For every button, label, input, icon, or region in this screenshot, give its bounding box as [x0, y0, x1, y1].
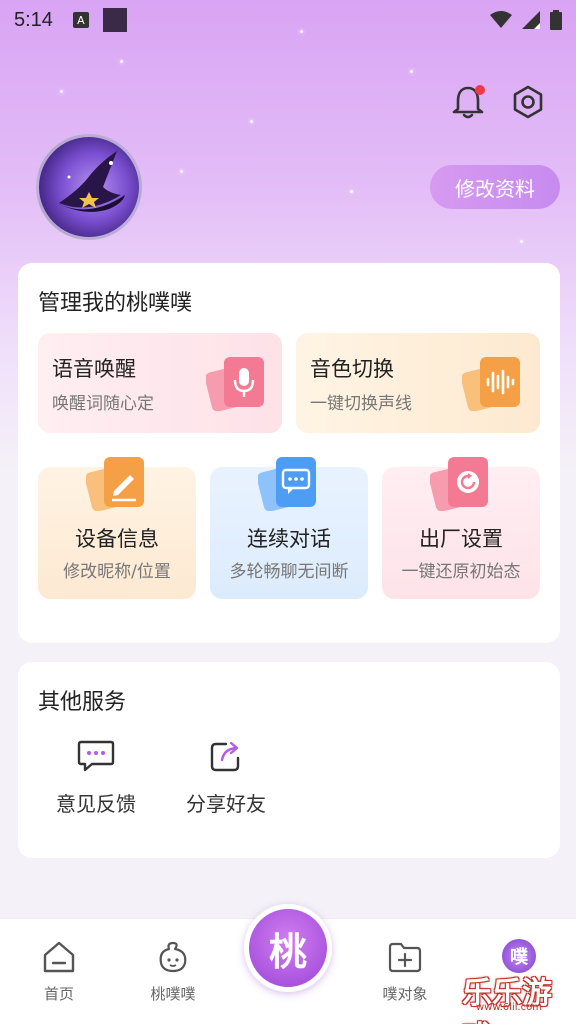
tab-taopupu[interactable]: 桃噗噗	[128, 919, 218, 1019]
microphone-icon	[206, 357, 264, 411]
sound-wave-icon	[462, 357, 520, 411]
pencil-icon	[86, 457, 144, 511]
share-button[interactable]: 分享好友	[166, 738, 286, 817]
home-icon	[43, 941, 75, 973]
watermark: 乐乐游戏 www.6lil.com	[462, 968, 574, 1024]
tab-label: 首页	[43, 985, 74, 1003]
center-tao-button[interactable]: 桃	[244, 904, 332, 992]
services-card-title: 其他服务	[38, 690, 127, 715]
other-services-card: 其他服务 意见反馈 分享好友	[18, 662, 560, 858]
avatar[interactable]	[36, 134, 142, 240]
notification-bell-button[interactable]	[448, 82, 488, 122]
notification-dot	[475, 85, 485, 95]
manage-device-card: 管理我的桃噗噗 语音唤醒 唤醒词随心定 音色切换 一键切换声线 设备信息 修改昵…	[18, 263, 560, 643]
status-bar: 5:14 A	[0, 0, 576, 40]
status-time: 5:14	[14, 8, 53, 31]
signal-icon	[522, 11, 540, 29]
tile-subtitle: 一键还原初始态	[401, 562, 521, 582]
tab-label: 噗对象	[382, 985, 428, 1003]
battery-icon	[550, 10, 562, 30]
tab-home[interactable]: 首页	[14, 919, 104, 1019]
tile-voice-wake[interactable]: 语音唤醒 唤醒词随心定	[38, 333, 282, 433]
share-icon	[210, 741, 240, 772]
tile-voice-switch[interactable]: 音色切换 一键切换声线	[296, 333, 540, 433]
app-notification-icon	[102, 8, 127, 32]
tab-label: 桃噗噗	[150, 985, 196, 1003]
tile-subtitle: 唤醒词随心定	[52, 394, 154, 414]
tile-factory-reset[interactable]: 出厂设置 一键还原初始态	[382, 457, 540, 599]
edit-profile-button[interactable]: 修改资料	[430, 165, 560, 209]
character-icon	[159, 941, 187, 973]
watermark-url: www.6lil.com	[476, 1002, 543, 1013]
wizard-hat-icon	[57, 151, 125, 212]
notification-a-icon: A	[72, 12, 89, 28]
reset-icon	[430, 457, 488, 511]
settings-button[interactable]	[508, 82, 548, 122]
manage-card-title: 管理我的桃噗噗	[38, 291, 193, 316]
wifi-icon	[490, 11, 512, 28]
tile-continuous-chat[interactable]: 连续对话 多轮畅聊无间断	[210, 457, 368, 599]
share-label: 分享好友	[186, 792, 266, 816]
watermark-text: 乐乐游戏	[462, 976, 552, 1024]
tile-subtitle: 多轮畅聊无间断	[229, 562, 349, 582]
tile-title: 设备信息	[75, 527, 159, 551]
tile-title: 出厂设置	[419, 527, 503, 551]
tile-device-info[interactable]: 设备信息 修改昵称/位置	[38, 457, 196, 599]
feedback-icon	[77, 740, 115, 772]
tile-title: 音色切换	[310, 357, 394, 381]
feedback-label: 意见反馈	[56, 792, 136, 816]
tile-subtitle: 修改昵称/位置	[63, 562, 171, 582]
feedback-button[interactable]: 意见反馈	[36, 738, 156, 817]
bell-icon	[452, 85, 485, 119]
gear-icon	[513, 85, 543, 119]
add-folder-icon	[388, 942, 422, 973]
tile-title: 语音唤醒	[52, 357, 136, 381]
tile-subtitle: 一键切换声线	[310, 394, 412, 414]
chat-bubble-icon	[258, 457, 316, 511]
tile-title: 连续对话	[247, 527, 331, 551]
tab-pu-object[interactable]: 噗对象	[360, 919, 450, 1019]
